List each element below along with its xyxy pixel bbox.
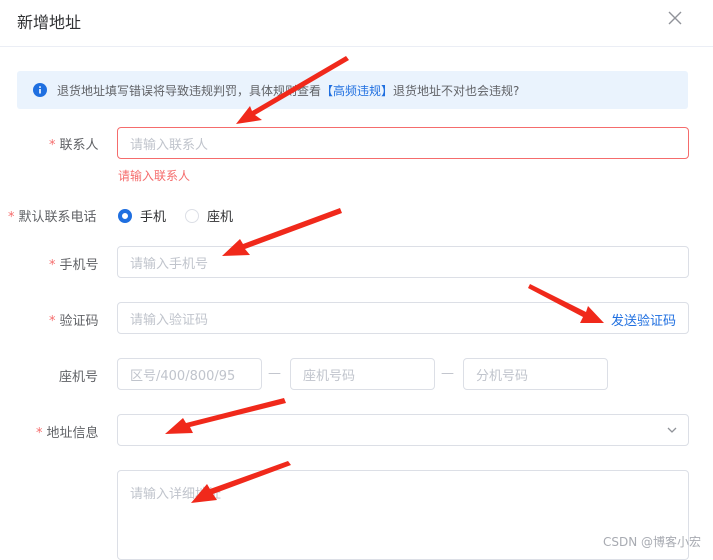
radio-landline[interactable]: 座机: [185, 206, 233, 225]
dialog-title: 新增地址: [17, 13, 82, 32]
mobile-placeholder: 请输入手机号: [130, 256, 209, 272]
dialog-header: 新增地址: [0, 0, 713, 47]
radio-unchecked-icon: [185, 208, 199, 223]
contact-input[interactable]: 请输入联系人: [117, 127, 689, 159]
radio-mobile-label: 手机: [140, 210, 167, 225]
close-icon[interactable]: [667, 10, 683, 26]
radio-landline-label: 座机: [207, 210, 234, 225]
send-code-button[interactable]: 发送验证码: [611, 310, 676, 329]
required-mark: *: [49, 138, 56, 153]
region-select[interactable]: [117, 414, 689, 446]
contact-label: * 联系人: [49, 138, 99, 153]
default-phone-label: * 默认联系电话: [8, 210, 97, 225]
separator: —: [268, 366, 281, 381]
radio-checked-icon: [118, 208, 132, 223]
mobile-label: * 手机号: [49, 258, 99, 273]
extension-input[interactable]: 分机号码: [463, 358, 608, 390]
required-mark: *: [49, 258, 56, 273]
required-mark: *: [36, 426, 43, 441]
info-icon: [33, 83, 47, 97]
extension-placeholder: 分机号码: [476, 368, 529, 384]
watermark: CSDN @博客小宏: [602, 535, 701, 549]
landline-number-input[interactable]: 座机号码: [290, 358, 435, 390]
chevron-down-icon: [667, 427, 677, 433]
alert-text: 退货地址填写错误将导致违规判罚，具体规则查看: [57, 83, 322, 98]
required-mark: *: [8, 210, 15, 225]
high-frequency-violation-link[interactable]: 【高频违规】: [321, 82, 393, 99]
separator: —: [441, 366, 454, 381]
detail-address-placeholder: 请输入详细地址: [130, 487, 222, 502]
alert-suffix: 退货地址不对也会违规?: [393, 83, 520, 98]
radio-mobile[interactable]: 手机: [118, 206, 166, 225]
address-label: * 地址信息: [36, 426, 99, 441]
rule-alert: 退货地址填写错误将导致违规判罚，具体规则查看 【高频违规】 退货地址不对也会违规…: [17, 71, 688, 109]
code-input[interactable]: 请输入验证码: [117, 302, 689, 334]
area-code-placeholder: 区号/400/800/95: [130, 368, 236, 384]
code-placeholder: 请输入验证码: [130, 312, 209, 328]
code-label: * 验证码: [49, 314, 99, 329]
contact-placeholder: 请输入联系人: [130, 137, 209, 153]
landline-label: 座机号: [59, 370, 99, 385]
required-mark: *: [49, 314, 56, 329]
landline-number-placeholder: 座机号码: [303, 368, 356, 384]
area-code-input[interactable]: 区号/400/800/95: [117, 358, 262, 390]
contact-error: 请输入联系人: [118, 169, 191, 183]
mobile-input[interactable]: 请输入手机号: [117, 246, 689, 278]
